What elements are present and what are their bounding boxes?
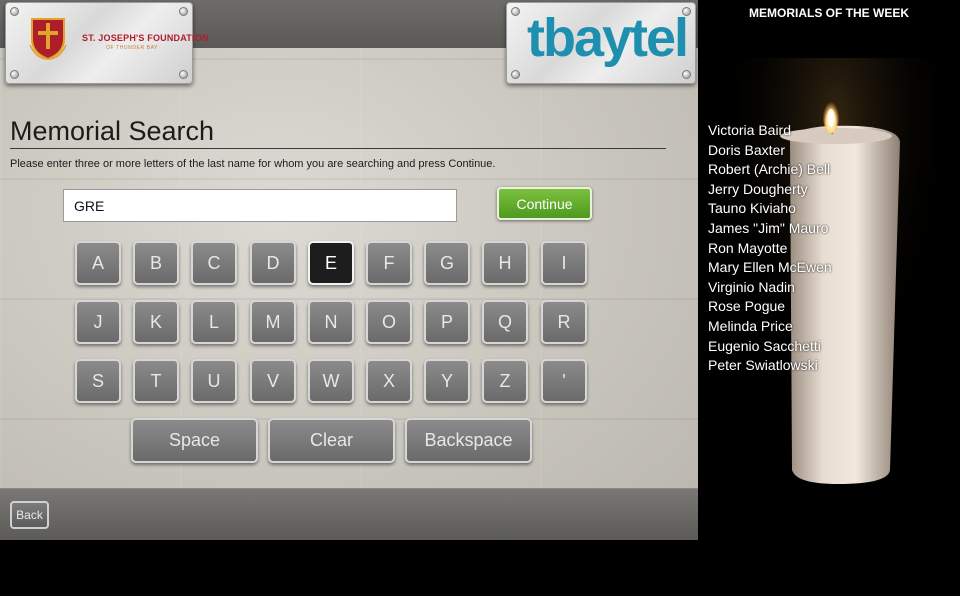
- title-divider: [10, 148, 666, 149]
- key-g[interactable]: G: [424, 241, 470, 285]
- key-y[interactable]: Y: [424, 359, 470, 403]
- memorial-names-list: Victoria Baird Doris Baxter Robert (Archie…: [708, 121, 832, 376]
- backspace-key[interactable]: Backspace: [405, 418, 532, 463]
- memorial-name: Doris Baxter: [708, 141, 786, 158]
- key-c[interactable]: C: [191, 241, 237, 285]
- key-j[interactable]: J: [75, 300, 121, 344]
- key-f[interactable]: F: [366, 241, 412, 285]
- memorial-name: Melinda Price: [708, 317, 793, 334]
- screw-icon: [511, 70, 520, 79]
- page-title: Memorial Search: [10, 116, 215, 146]
- key-r[interactable]: R: [541, 300, 587, 344]
- kiosk-panel: ST. JOSEPH'S FOUNDATION OF THUNDER BAY t…: [0, 0, 698, 540]
- screw-icon: [10, 7, 19, 16]
- crest-icon: [29, 18, 67, 61]
- sponsor-logo-plaque: tbaytel: [506, 2, 696, 84]
- key-m[interactable]: M: [250, 300, 296, 344]
- key-n[interactable]: N: [308, 300, 354, 344]
- continue-button[interactable]: Continue: [497, 187, 592, 220]
- key-s[interactable]: S: [75, 359, 121, 403]
- memorial-name: Eugenio Sacchetti: [708, 337, 821, 354]
- key-w[interactable]: W: [308, 359, 354, 403]
- key-v[interactable]: V: [250, 359, 296, 403]
- memorial-name: Robert (Archie) Bell: [708, 161, 831, 178]
- footer-bar: [0, 488, 698, 540]
- back-button[interactable]: Back: [10, 501, 49, 529]
- foundation-logo-plaque: ST. JOSEPH'S FOUNDATION OF THUNDER BAY: [5, 2, 208, 84]
- memorial-name: Peter Swiatlowski: [708, 357, 818, 374]
- key-k[interactable]: K: [133, 300, 179, 344]
- key-h[interactable]: H: [482, 241, 528, 285]
- key-u[interactable]: U: [191, 359, 237, 403]
- memorial-name: Mary Ellen McEwen: [708, 259, 832, 276]
- key-o[interactable]: O: [366, 300, 412, 344]
- key-l[interactable]: L: [191, 300, 237, 344]
- key-i[interactable]: I: [541, 241, 587, 285]
- screw-icon: [179, 7, 188, 16]
- memorial-name: Jerry Dougherty: [708, 180, 808, 197]
- memorial-name: Virginio Nadin: [708, 278, 795, 295]
- last-name-search-input[interactable]: [63, 189, 457, 222]
- key-e[interactable]: E: [308, 241, 354, 285]
- memorials-heading: MEMORIALS OF THE WEEK: [749, 6, 909, 20]
- screw-icon: [10, 70, 19, 79]
- key-x[interactable]: X: [366, 359, 412, 403]
- key-z[interactable]: Z: [482, 359, 528, 403]
- memorial-name: James "Jim" Mauro: [708, 219, 829, 236]
- key-d[interactable]: D: [250, 241, 296, 285]
- key-q[interactable]: Q: [482, 300, 528, 344]
- search-instructions: Please enter three or more letters of th…: [10, 158, 496, 170]
- memorial-name: Rose Pogue: [708, 298, 786, 315]
- key-apostrophe[interactable]: ': [541, 359, 587, 403]
- memorial-name: Tauno Kiviaho: [708, 200, 796, 217]
- clear-key[interactable]: Clear: [268, 418, 395, 463]
- tbaytel-logo: tbaytel: [527, 8, 689, 68]
- screw-icon: [511, 7, 520, 16]
- memorial-name: Ron Mayotte: [708, 239, 788, 256]
- key-p[interactable]: P: [424, 300, 470, 344]
- key-a[interactable]: A: [75, 241, 121, 285]
- memorial-name: Victoria Baird: [708, 122, 792, 138]
- foundation-name: ST. JOSEPH'S FOUNDATION: [82, 33, 209, 43]
- key-b[interactable]: B: [133, 241, 179, 285]
- screw-icon: [682, 70, 691, 79]
- foundation-subtitle: OF THUNDER BAY: [106, 45, 159, 51]
- key-t[interactable]: T: [133, 359, 179, 403]
- screw-icon: [179, 70, 188, 79]
- space-key[interactable]: Space: [131, 418, 258, 463]
